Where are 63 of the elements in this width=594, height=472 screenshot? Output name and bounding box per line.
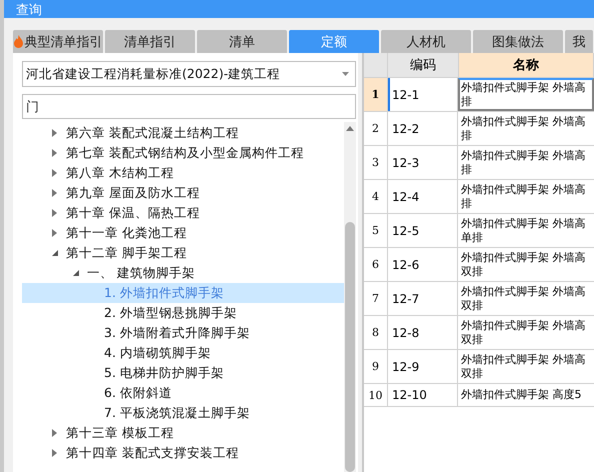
caret-icon — [342, 72, 349, 76]
tab[interactable]: 清单指引 — [105, 30, 195, 53]
scroll-up-icon[interactable] — [346, 126, 354, 131]
column-header: 名称 — [459, 53, 594, 77]
table-cell: 12-2 — [388, 112, 458, 145]
tab[interactable]: 我 — [565, 30, 593, 53]
flame-icon — [14, 35, 22, 48]
table-cell-text: 外墙扣件式脚手架 外墙高 排 — [460, 114, 586, 144]
collapsed-arrow-icon[interactable] — [51, 209, 58, 217]
table-cell: 12-5 — [388, 214, 458, 247]
tree-item[interactable]: 第十三章 模板工程 — [22, 423, 344, 443]
table-cell: 12-10 — [388, 384, 458, 406]
row-number: 1 — [364, 78, 388, 111]
tab[interactable]: 人材机 — [381, 30, 471, 53]
library-dropdown[interactable]: 河北省建设工程消耗量标准(2022)-建筑工程 — [22, 61, 356, 87]
expanded-arrow-icon[interactable] — [72, 269, 79, 277]
search-field[interactable]: 门 — [22, 94, 356, 119]
expanded-arrow-icon[interactable] — [51, 249, 58, 257]
collapsed-arrow-icon[interactable] — [51, 129, 58, 137]
table-cell-text: 外墙扣件式脚手架 外墙高 双排 — [460, 352, 586, 382]
window-title: 查询 — [16, 3, 42, 18]
tree-item[interactable]: 7. 平板浇筑混凝土脚手架 — [22, 403, 344, 423]
tree-item[interactable]: 第七章 装配式钢结构及小型金属构件工程 — [22, 143, 344, 163]
table-cell: 外墙扣件式脚手架 外墙高 排 — [458, 78, 594, 111]
table-cell: 12-1 — [388, 78, 458, 111]
tree-item[interactable]: 3. 外墙附着式升降脚手架 — [22, 323, 344, 343]
tab[interactable]: 典型清单指引 — [13, 30, 103, 53]
scrollbar[interactable] — [344, 122, 356, 472]
tree-item[interactable]: 第十章 保温、隔热工程 — [22, 203, 344, 223]
table-cell: 12-8 — [388, 316, 458, 349]
tree-item[interactable]: 第十一章 化粪池工程 — [22, 223, 344, 243]
tree-item[interactable]: 2. 外墙型钢悬挑脚手架 — [22, 303, 344, 323]
tree-item[interactable]: 4. 内墙砌筑脚手架 — [22, 343, 344, 363]
table-cell-text: 外墙扣件式脚手架 外墙高 双排 — [460, 318, 586, 348]
collapsed-arrow-icon[interactable] — [51, 449, 58, 457]
tree-item[interactable]: 第六章 装配式混凝土结构工程 — [22, 123, 344, 143]
tab[interactable]: 清单 — [197, 30, 287, 53]
scroll-thumb[interactable] — [345, 222, 355, 472]
table-cell: 12-4 — [388, 180, 458, 213]
tab[interactable]: 图集做法 — [473, 30, 563, 53]
table-cell-text: 外墙扣件式脚手架 高度5 — [460, 387, 582, 403]
tree-item[interactable]: 5. 电梯井防护脚手架 — [22, 363, 344, 383]
table-cell: 12-3 — [388, 146, 458, 179]
tree-item[interactable]: 一、 建筑物脚手架 — [22, 263, 344, 283]
tree-item[interactable]: 6. 依附斜道 — [22, 383, 344, 403]
table-cell: 12-9 — [388, 350, 458, 383]
table-cell-text: 外墙扣件式脚手架 外墙高 双排 — [460, 284, 586, 314]
collapsed-arrow-icon[interactable] — [51, 189, 58, 197]
table-cell-text: 外墙扣件式脚手架 外墙高 排 — [460, 148, 586, 178]
table-cell: 12-7 — [388, 282, 458, 315]
tree-item[interactable]: 第十四章 装配式支撑安装工程 — [22, 443, 344, 463]
collapsed-arrow-icon[interactable] — [51, 429, 58, 437]
table-cell: 12-6 — [388, 248, 458, 281]
tree-item[interactable]: 第十二章 脚手架工程 — [22, 243, 344, 263]
tree-item[interactable]: 第九章 屋面及防水工程 — [22, 183, 344, 203]
collapsed-arrow-icon[interactable] — [51, 169, 58, 177]
tree-item[interactable]: 第八章 木结构工程 — [22, 163, 344, 183]
collapsed-arrow-icon[interactable] — [51, 229, 58, 237]
table-cell-text: 外墙扣件式脚手架 外墙高 排 — [460, 182, 586, 212]
collapsed-arrow-icon[interactable] — [51, 149, 58, 157]
column-header: 编码 — [388, 53, 459, 77]
table-cell-text: 外墙扣件式脚手架 外墙高 双排 — [460, 250, 586, 280]
table-cell-text: 外墙扣件式脚手架 外墙高 单排 — [460, 216, 586, 246]
